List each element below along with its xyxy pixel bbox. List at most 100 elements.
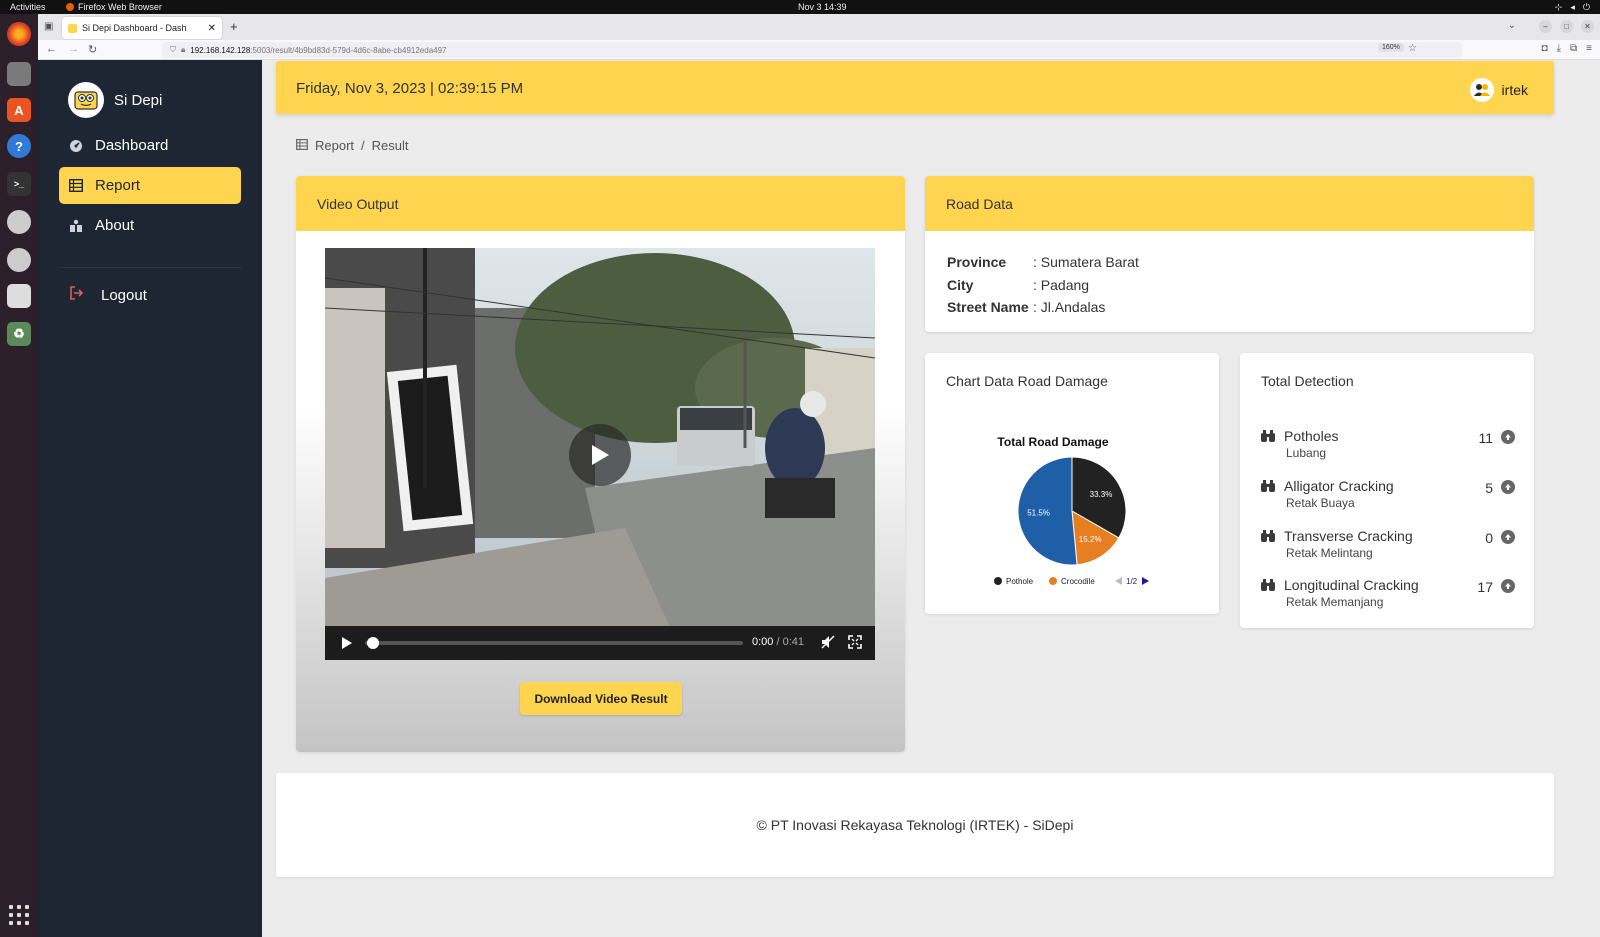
files-dock-icon[interactable] bbox=[7, 62, 31, 86]
breadcrumb-report-link[interactable]: Report bbox=[315, 138, 354, 153]
arrow-up-icon bbox=[1501, 579, 1515, 593]
brand-name: Si Depi bbox=[114, 91, 163, 109]
disc-2-dock-icon[interactable] bbox=[7, 248, 31, 272]
help-dock-icon[interactable]: ? bbox=[7, 134, 31, 158]
pie-data-label: 51.5% bbox=[1027, 509, 1050, 518]
detection-name: Alligator Cracking bbox=[1284, 478, 1394, 494]
video-player[interactable]: 0:00 / 0:41 bbox=[325, 248, 875, 660]
road-value: : Padang bbox=[1033, 276, 1090, 293]
detection-subtitle: Retak Melintang bbox=[1286, 546, 1373, 560]
legend-item-crocodile[interactable]: Crocodile bbox=[1061, 577, 1095, 586]
avatar bbox=[1469, 78, 1494, 102]
road-key: Province bbox=[947, 254, 1007, 270]
road-data-card: Road Data Province: Sumatera Barat City:… bbox=[925, 176, 1534, 332]
play-overlay-button[interactable] bbox=[569, 424, 631, 486]
toolbar-icons: ◘ ⤓ ⧉ ≡ bbox=[1542, 43, 1592, 54]
sidebar-item-label: About bbox=[95, 217, 135, 234]
arrow-up-icon bbox=[1501, 530, 1515, 544]
shield-icon: ⛉ bbox=[170, 45, 176, 54]
table-icon bbox=[69, 179, 83, 193]
menu-icon[interactable]: ≡ bbox=[1586, 43, 1592, 54]
sidebar-item-report[interactable]: Report bbox=[59, 167, 241, 204]
software-dock-icon[interactable]: A bbox=[7, 98, 31, 122]
brand[interactable]: Si Depi bbox=[68, 82, 162, 118]
logout-icon bbox=[69, 286, 84, 304]
url-bar[interactable]: ⛉ 🔒︎ 192.168.142.128:5003/result/4b9bd83… bbox=[162, 42, 1462, 58]
chart-card: Chart Data Road Damage Total Road Damage… bbox=[925, 353, 1219, 614]
seek-bar[interactable] bbox=[365, 637, 743, 649]
list-tabs-icon[interactable]: ⌄ bbox=[1508, 20, 1516, 31]
total-detection-card: Total Detection Potholes Lubang 11 Alligato… bbox=[1240, 353, 1534, 628]
fullscreen-icon[interactable] bbox=[848, 635, 862, 652]
tab-title: Si Depi Dashboard - Dash bbox=[82, 23, 187, 33]
detection-subtitle: Retak Memanjang bbox=[1286, 595, 1384, 609]
editor-dock-icon[interactable] bbox=[7, 284, 31, 308]
sidebar-item-label: Report bbox=[95, 177, 141, 194]
muted-icon[interactable] bbox=[821, 635, 835, 652]
volume-icon: ◂ bbox=[1570, 1, 1575, 12]
activities-button[interactable]: Activities bbox=[10, 2, 46, 12]
play-icon[interactable] bbox=[341, 636, 353, 653]
sidebar: Si Depi Dashboard Report About Logout bbox=[38, 60, 262, 937]
maximize-icon[interactable]: □ bbox=[1560, 20, 1573, 33]
breadcrumb-current: Result bbox=[371, 138, 409, 153]
pie-data-label: 33.3% bbox=[1090, 490, 1113, 499]
legend-pager: 1/2 bbox=[1126, 577, 1138, 586]
network-icon: ⊹ bbox=[1554, 1, 1563, 12]
legend-next-icon[interactable] bbox=[1142, 577, 1149, 585]
binoculars-icon bbox=[1260, 429, 1276, 448]
detection-subtitle: Retak Buaya bbox=[1286, 496, 1355, 510]
road-key: City bbox=[947, 276, 974, 293]
detection-count: 5 bbox=[1485, 480, 1493, 496]
app-grid-icon[interactable] bbox=[9, 905, 29, 925]
terminal-dock-icon[interactable]: >_ bbox=[7, 172, 31, 196]
pocket-icon[interactable]: ◘ bbox=[1542, 43, 1548, 54]
brand-logo-icon bbox=[68, 82, 104, 118]
url-path: :5003/result/4b9bd83d-579d-4d6c-8abe-cb4… bbox=[250, 45, 447, 55]
legend-prev-icon[interactable] bbox=[1115, 577, 1122, 585]
detection-card-title: Total Detection bbox=[1261, 373, 1354, 389]
download-video-button[interactable]: Download Video Result bbox=[520, 682, 682, 715]
sidebar-item-about[interactable]: About bbox=[59, 207, 241, 244]
seek-handle[interactable] bbox=[367, 637, 379, 649]
bookmark-star-icon[interactable]: ☆ bbox=[1408, 43, 1417, 54]
system-tray[interactable]: ⊹ ◂ ⏻ bbox=[1555, 2, 1590, 13]
forward-icon[interactable]: → bbox=[68, 43, 79, 55]
sidebar-item-label: Dashboard bbox=[95, 137, 169, 154]
chart-title: Total Road Damage bbox=[997, 435, 1108, 449]
road-value: : Jl.Andalas bbox=[1033, 299, 1106, 315]
road-value: : Sumatera Barat bbox=[1033, 254, 1139, 270]
extensions-icon[interactable]: ⧉ bbox=[1570, 43, 1577, 54]
clock[interactable]: Nov 3 14:39 bbox=[798, 2, 847, 12]
reload-icon[interactable]: ↻ bbox=[88, 43, 97, 56]
zoom-indicator[interactable]: 160% bbox=[1378, 43, 1404, 52]
close-tab-icon[interactable]: ✕ bbox=[208, 23, 216, 34]
arrow-up-icon bbox=[1501, 430, 1515, 444]
legend-item-pothole[interactable]: Pothole bbox=[1006, 577, 1034, 586]
road-data-table: Province : Sumatera Barat City : Padang St… bbox=[947, 251, 1139, 319]
trash-dock-icon[interactable]: ♻ bbox=[7, 322, 31, 346]
window-controls: – □ ✕ bbox=[1539, 20, 1594, 33]
sidebar-item-dashboard[interactable]: Dashboard bbox=[59, 127, 241, 164]
video-output-card: Video Output 0:00 / 0:41 Download Video … bbox=[296, 176, 905, 752]
logout-button[interactable]: Logout bbox=[69, 286, 147, 304]
detection-count: 0 bbox=[1485, 530, 1493, 546]
current-time: 0:00 bbox=[752, 636, 774, 648]
lock-icon: 🔒︎ bbox=[181, 45, 186, 54]
new-tab-button[interactable]: + bbox=[230, 19, 238, 34]
road-key: Street Name bbox=[947, 299, 1029, 315]
footer-text: © PT Inovasi Rekayasa Teknologi (IRTEK) … bbox=[756, 817, 1074, 833]
disc-dock-icon[interactable] bbox=[7, 210, 31, 234]
minimize-icon[interactable]: – bbox=[1539, 20, 1552, 33]
browser-tab[interactable]: Si Depi Dashboard - Dash ✕ bbox=[62, 17, 222, 39]
logout-label: Logout bbox=[101, 286, 147, 304]
video-card-title: Video Output bbox=[296, 176, 905, 231]
download-icon[interactable]: ⤓ bbox=[1557, 43, 1561, 54]
close-window-icon[interactable]: ✕ bbox=[1581, 20, 1594, 33]
road-row-city: City : Padang bbox=[947, 274, 1139, 297]
user-menu[interactable]: irtek bbox=[1469, 78, 1528, 102]
tab-list-icon[interactable]: ▣ bbox=[44, 21, 53, 32]
firefox-dock-icon[interactable] bbox=[7, 22, 31, 46]
active-app-label[interactable]: Firefox Web Browser bbox=[66, 2, 162, 12]
back-icon[interactable]: ← bbox=[46, 43, 57, 55]
